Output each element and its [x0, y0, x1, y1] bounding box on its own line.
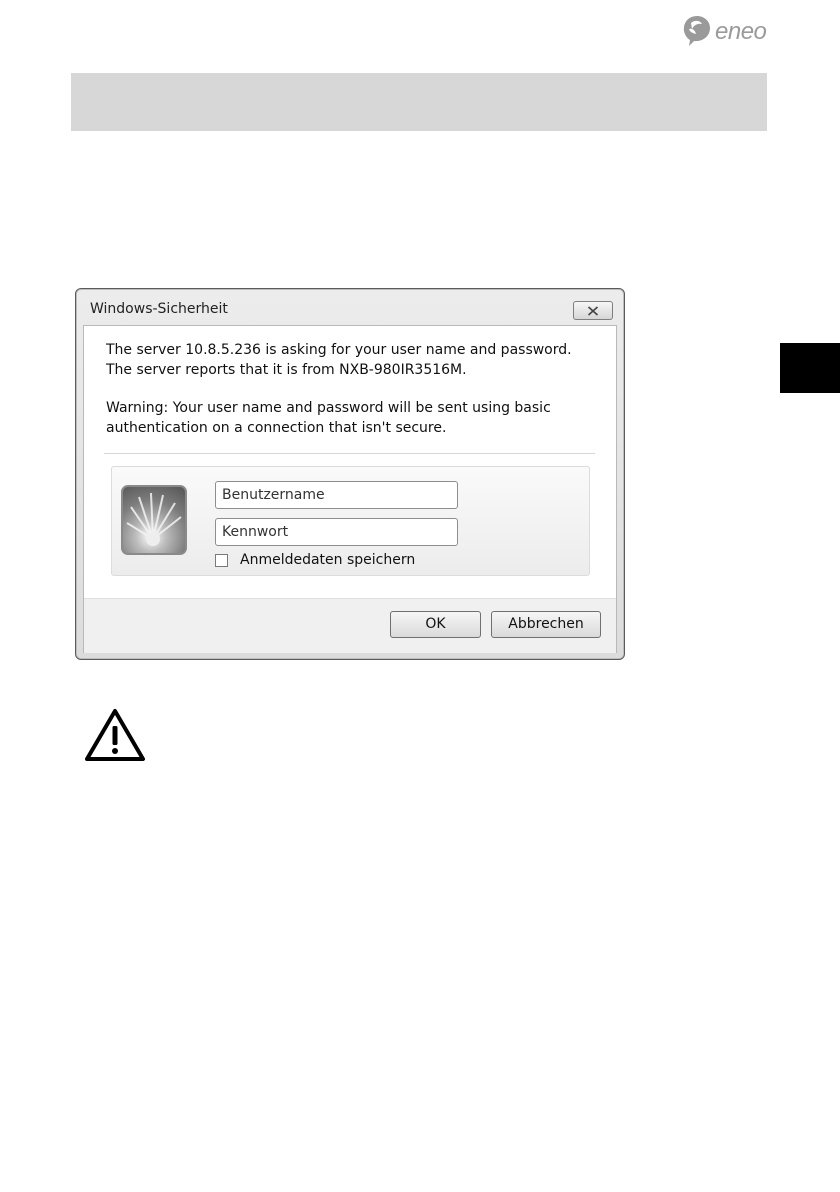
windows-security-dialog: Windows-Sicherheit The server 10.8.5.236… [75, 288, 625, 660]
side-tab-marker [780, 343, 840, 393]
cancel-button[interactable]: Abbrechen [491, 611, 601, 638]
username-field[interactable]: Benutzername [215, 481, 458, 509]
dialog-title: Windows-Sicherheit [90, 301, 228, 317]
server-message: The server 10.8.5.236 is asking for your… [106, 342, 572, 378]
eneo-logo: eneo [681, 14, 781, 54]
header-band [71, 73, 767, 131]
dialog-footer: OK Abbrechen [84, 598, 616, 653]
ok-button[interactable]: OK [390, 611, 481, 638]
password-field[interactable]: Kennwort [215, 518, 458, 546]
close-button[interactable] [573, 301, 613, 320]
remember-credentials[interactable]: Anmeldedaten speichern [215, 551, 415, 569]
logo-text: eneo [715, 18, 767, 45]
credential-panel: Benutzername Kennwort Anmeldedaten speic… [111, 466, 590, 576]
eneo-logo-icon [683, 16, 710, 46]
divider [104, 453, 595, 454]
remember-checkbox[interactable] [215, 553, 228, 567]
close-icon [587, 305, 599, 316]
user-avatar-icon [121, 485, 187, 555]
dialog-client-area: The server 10.8.5.236 is asking for your… [83, 325, 617, 653]
warning-icon [85, 709, 145, 761]
remember-label: Anmeldedaten speichern [240, 552, 416, 568]
warning-message: Warning: Your user name and password wil… [106, 400, 551, 436]
